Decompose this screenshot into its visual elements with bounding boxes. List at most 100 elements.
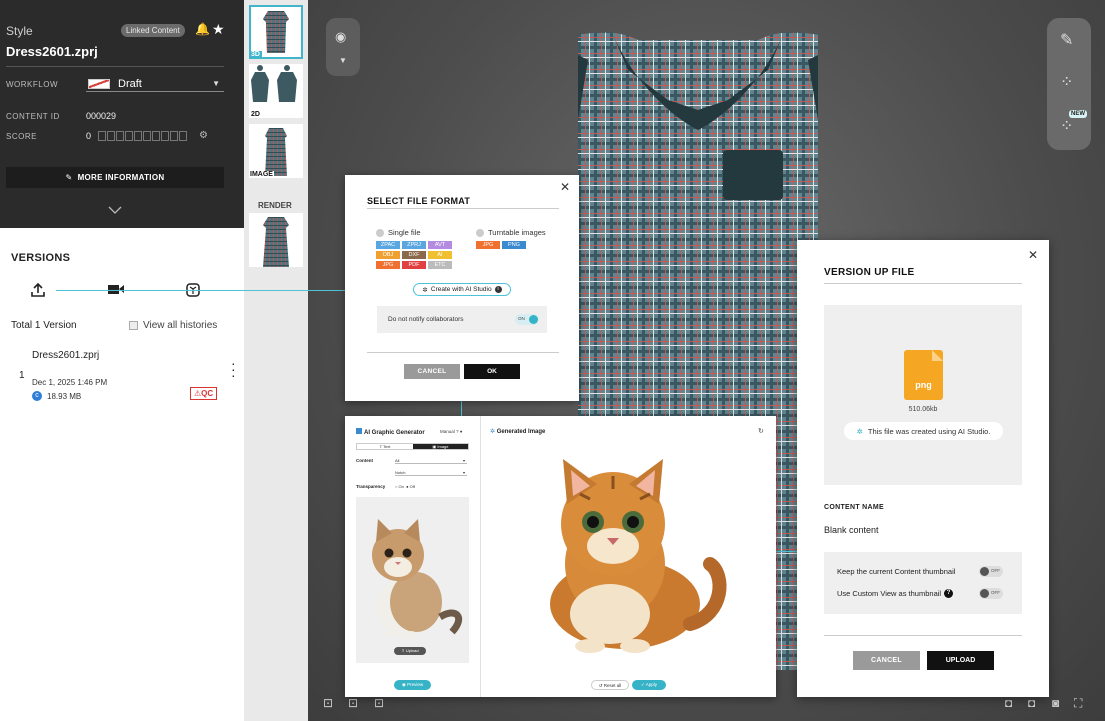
info-icon: i (494, 286, 502, 293)
cancel-button[interactable]: CANCEL (853, 651, 920, 670)
kitten-photo (372, 519, 463, 639)
caret-down-icon: ▼ (212, 79, 220, 88)
tab-text[interactable]: T Text (357, 444, 413, 449)
version-size-row: c 18.93 MB (32, 391, 81, 401)
create-with-ai-studio-button[interactable]: ✲ Create with AI Studio i (413, 283, 511, 296)
transparency-options[interactable]: ○ On ● Off (395, 484, 415, 489)
format-tag-png[interactable]: PNG (502, 241, 526, 249)
file-extension: png (915, 380, 932, 390)
notify-label: Do not notify collaborators (388, 316, 464, 323)
version-up-file-dialog: VERSION UP FILE ✕ png 510.06kb ✲ This fi… (797, 240, 1049, 697)
content-name-label: CONTENT NAME (824, 504, 884, 511)
gear-icon[interactable]: ⚙ (199, 130, 208, 141)
kebab-menu-icon[interactable]: · · · (231, 356, 236, 382)
close-icon[interactable]: ✕ (560, 180, 570, 194)
custom-view-toggle[interactable]: OFF (979, 588, 1003, 599)
score-value: 0 (86, 131, 92, 141)
dialog-title: VERSION UP FILE (824, 267, 915, 278)
ai-fabric-icon[interactable]: ⁘ (1060, 116, 1073, 136)
thumb-label-image: IMAGE (249, 171, 274, 178)
workflow-select[interactable]: Draft ▼ (86, 76, 224, 92)
fabric-drop-icon[interactable]: ⁘ (1060, 72, 1073, 92)
content-label: Content (356, 458, 373, 463)
history-icon[interactable]: ↻ (758, 427, 764, 435)
view-all-histories-checkbox[interactable]: View all histories (129, 320, 217, 331)
thumb-image[interactable] (249, 124, 303, 178)
turntable-radio[interactable]: Turntable images (476, 228, 546, 237)
divider (367, 208, 559, 209)
ai-graphic-generator-panel: AI Graphic Generator Manual ? ● T Text ▣… (345, 416, 776, 697)
camera-view-icon[interactable]: ◉ (335, 29, 346, 45)
help-icon[interactable]: ? (944, 589, 954, 598)
cancel-button[interactable]: CANCEL (404, 364, 460, 379)
reset-all-button[interactable]: ↺ Reset all (591, 680, 629, 690)
tab-image[interactable]: ▣ Image (413, 444, 468, 449)
format-tag-ai[interactable]: AI (428, 251, 452, 259)
fullscreen-icon[interactable]: ⛶ (1074, 696, 1082, 711)
format-tag-zpac[interactable]: ZPAC (376, 241, 400, 249)
notify-toggle[interactable]: ON (515, 314, 539, 325)
style-filename: Dress2601.zprj (6, 44, 98, 59)
notify-collaborators-row: Do not notify collaborators ON (377, 306, 547, 333)
version-size: 18.93 MB (47, 391, 82, 401)
close-icon[interactable]: ✕ (1028, 248, 1038, 262)
text-image-tabs: T Text ▣ Image (356, 443, 469, 450)
viewport-bottom-icon[interactable]: ⊡ (374, 696, 384, 710)
star-icon[interactable]: ★ (212, 21, 225, 38)
preview-button[interactable]: ◉ Preview (394, 680, 431, 690)
file-size: 510.06kb (908, 406, 938, 413)
format-tag-obj[interactable]: OBJ (376, 251, 400, 259)
format-tag-etc[interactable]: ETC (428, 261, 452, 269)
format-tag-pdf[interactable]: PDF (402, 261, 426, 269)
score-label: SCORE (6, 132, 37, 141)
style-info-panel: Style Linked Content 🔔 ★ Dress2601.zprj … (0, 0, 244, 228)
ok-button[interactable]: OK (464, 364, 520, 379)
upload-icon[interactable] (30, 282, 46, 301)
total-versions-label: Total 1 Version (11, 320, 77, 331)
viewport-right-toolbar: ✎ ⁘ ⁘ NEW (1047, 18, 1091, 150)
turntable-icon[interactable]: ◙ (1052, 696, 1059, 710)
thumb-render[interactable] (249, 213, 303, 267)
ai-generator-title: AI Graphic Generator (356, 428, 425, 436)
version-filename[interactable]: Dress2601.zprj (32, 350, 99, 361)
toggle-state: OFF (991, 590, 1000, 595)
bell-icon[interactable]: 🔔 (195, 22, 210, 36)
toggle-knob (980, 589, 989, 598)
format-tag-jpg[interactable]: JPG (476, 241, 500, 249)
ai-created-note: ✲ This file was created using AI Studio. (844, 422, 1003, 440)
viewport-bottom-icon[interactable]: ⊡ (323, 696, 333, 710)
viewport-bottom-icon[interactable]: ⊡ (348, 696, 358, 710)
ai-sparkle-icon: ✲ (422, 286, 428, 294)
checkbox[interactable] (129, 321, 138, 330)
single-file-radio[interactable]: Single file (376, 228, 421, 237)
format-tag-dxf[interactable]: DXF (402, 251, 426, 259)
apply-button[interactable]: ✓ Apply (632, 680, 666, 690)
format-tag-avt[interactable]: AVT (428, 241, 452, 249)
thumbnail-options: Keep the current Content thumbnail OFF U… (824, 552, 1022, 614)
upload-button[interactable]: UPLOAD (927, 651, 994, 670)
upload-button[interactable]: ⇪ Upload (394, 647, 426, 655)
garment-3d-icon[interactable] (185, 282, 201, 301)
format-tag-zprj[interactable]: ZPRJ (402, 241, 426, 249)
custom-view-label: Use Custom View as thumbnail? (837, 589, 954, 598)
more-information-button[interactable]: ✎ MORE INFORMATION (6, 167, 224, 188)
camera-icon[interactable]: ◘ (1028, 696, 1035, 710)
thumb-2d[interactable] (249, 64, 303, 118)
qc-badge: ⚠QC (190, 387, 218, 400)
ai-generator-settings: AI Graphic Generator Manual ? ● T Text ▣… (345, 416, 481, 697)
caret-down-icon[interactable]: ▼ (339, 56, 347, 65)
camera-icon[interactable]: ◘ (1005, 696, 1012, 710)
secondary-select[interactable]: Notch ▾ (395, 470, 467, 476)
app-root: Style Linked Content 🔔 ★ Dress2601.zprj … (0, 0, 1105, 721)
add-edit-icon[interactable]: ✎ (1060, 30, 1073, 50)
toggle-state: OFF (991, 568, 1000, 573)
version-number: 1 (19, 370, 25, 381)
thumb-label-2d: 2D (251, 111, 260, 118)
format-tag-jpg[interactable]: JPG (376, 261, 400, 269)
more-information-label: MORE INFORMATION (77, 173, 165, 182)
chevron-down-icon[interactable] (108, 204, 122, 218)
keep-thumbnail-toggle[interactable]: OFF (979, 566, 1003, 577)
manual-link[interactable]: Manual ? ● (440, 429, 463, 434)
content-name-value[interactable]: Blank content (824, 525, 879, 535)
content-select[interactable]: All ▾ (395, 458, 467, 464)
